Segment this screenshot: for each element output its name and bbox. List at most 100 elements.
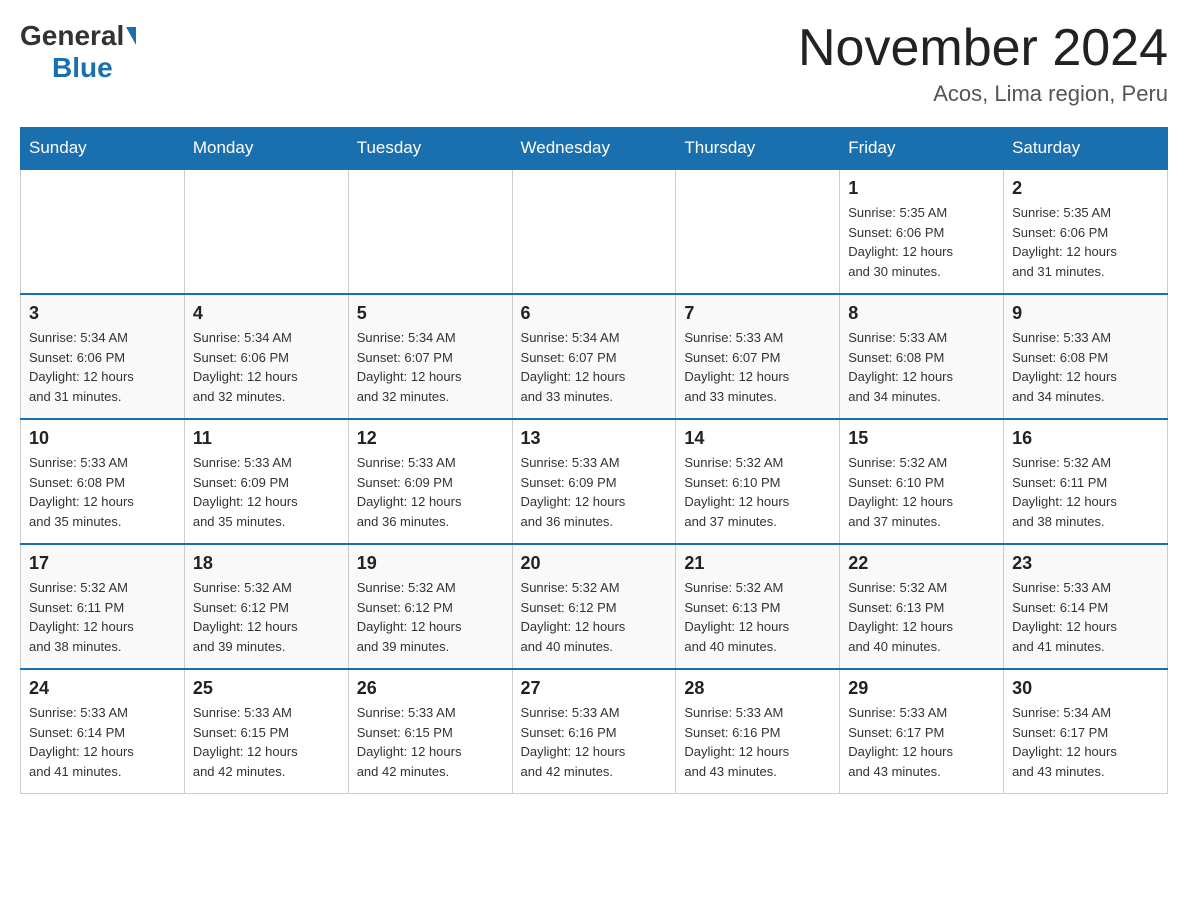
calendar-day-cell: [184, 169, 348, 294]
day-info: Sunrise: 5:34 AM Sunset: 6:07 PM Dayligh…: [357, 328, 504, 406]
day-info: Sunrise: 5:32 AM Sunset: 6:12 PM Dayligh…: [521, 578, 668, 656]
calendar-week-row: 24Sunrise: 5:33 AM Sunset: 6:14 PM Dayli…: [21, 669, 1168, 794]
day-number: 1: [848, 178, 995, 199]
day-info: Sunrise: 5:33 AM Sunset: 6:16 PM Dayligh…: [684, 703, 831, 781]
day-number: 17: [29, 553, 176, 574]
day-info: Sunrise: 5:33 AM Sunset: 6:08 PM Dayligh…: [29, 453, 176, 531]
day-info: Sunrise: 5:35 AM Sunset: 6:06 PM Dayligh…: [848, 203, 995, 281]
day-info: Sunrise: 5:32 AM Sunset: 6:11 PM Dayligh…: [29, 578, 176, 656]
day-info: Sunrise: 5:33 AM Sunset: 6:14 PM Dayligh…: [1012, 578, 1159, 656]
day-number: 11: [193, 428, 340, 449]
day-of-week-header: Friday: [840, 128, 1004, 170]
calendar-day-cell: 2 Sunrise: 5:35 AM Sunset: 6:06 PM Daylig…: [1004, 169, 1168, 294]
calendar-day-cell: 19 Sunrise: 5:32 AM Sunset: 6:12 PM Dayli…: [348, 544, 512, 669]
day-number: 12: [357, 428, 504, 449]
calendar-header-row: SundayMondayTuesdayWednesdayThursdayFrid…: [21, 128, 1168, 170]
day-number: 27: [521, 678, 668, 699]
calendar-day-cell: 16 Sunrise: 5:32 AM Sunset: 6:11 PM Dayli…: [1004, 419, 1168, 544]
day-number: 14: [684, 428, 831, 449]
calendar-day-cell: 7 Sunrise: 5:33 AM Sunset: 6:07 PM Daylig…: [676, 294, 840, 419]
day-number: 8: [848, 303, 995, 324]
title-area: November 2024 Acos, Lima region, Peru: [798, 20, 1168, 107]
day-info: Sunrise: 5:33 AM Sunset: 6:09 PM Dayligh…: [357, 453, 504, 531]
day-number: 19: [357, 553, 504, 574]
calendar-week-row: 10 Sunrise: 5:33 AM Sunset: 6:08 PM Dayli…: [21, 419, 1168, 544]
calendar-day-cell: 9 Sunrise: 5:33 AM Sunset: 6:08 PM Daylig…: [1004, 294, 1168, 419]
day-number: 13: [521, 428, 668, 449]
calendar-day-cell: [512, 169, 676, 294]
calendar-day-cell: 5 Sunrise: 5:34 AM Sunset: 6:07 PM Daylig…: [348, 294, 512, 419]
day-info: Sunrise: 5:32 AM Sunset: 6:11 PM Dayligh…: [1012, 453, 1159, 531]
day-number: 21: [684, 553, 831, 574]
day-of-week-header: Thursday: [676, 128, 840, 170]
calendar-day-cell: 27Sunrise: 5:33 AM Sunset: 6:16 PM Dayli…: [512, 669, 676, 794]
day-number: 24: [29, 678, 176, 699]
day-number: 25: [193, 678, 340, 699]
day-info: Sunrise: 5:34 AM Sunset: 6:17 PM Dayligh…: [1012, 703, 1159, 781]
calendar-day-cell: 1 Sunrise: 5:35 AM Sunset: 6:06 PM Daylig…: [840, 169, 1004, 294]
day-of-week-header: Monday: [184, 128, 348, 170]
day-info: Sunrise: 5:33 AM Sunset: 6:15 PM Dayligh…: [357, 703, 504, 781]
day-number: 26: [357, 678, 504, 699]
day-number: 15: [848, 428, 995, 449]
day-info: Sunrise: 5:33 AM Sunset: 6:07 PM Dayligh…: [684, 328, 831, 406]
calendar-day-cell: 15 Sunrise: 5:32 AM Sunset: 6:10 PM Dayli…: [840, 419, 1004, 544]
day-info: Sunrise: 5:33 AM Sunset: 6:09 PM Dayligh…: [193, 453, 340, 531]
day-number: 9: [1012, 303, 1159, 324]
day-of-week-header: Sunday: [21, 128, 185, 170]
calendar-week-row: 1 Sunrise: 5:35 AM Sunset: 6:06 PM Daylig…: [21, 169, 1168, 294]
day-number: 18: [193, 553, 340, 574]
calendar-week-row: 17 Sunrise: 5:32 AM Sunset: 6:11 PM Dayli…: [21, 544, 1168, 669]
logo-blue: Blue: [52, 52, 113, 84]
day-of-week-header: Wednesday: [512, 128, 676, 170]
calendar-day-cell: 20 Sunrise: 5:32 AM Sunset: 6:12 PM Dayli…: [512, 544, 676, 669]
calendar-day-cell: 6 Sunrise: 5:34 AM Sunset: 6:07 PM Daylig…: [512, 294, 676, 419]
day-number: 2: [1012, 178, 1159, 199]
day-number: 6: [521, 303, 668, 324]
day-number: 16: [1012, 428, 1159, 449]
day-of-week-header: Tuesday: [348, 128, 512, 170]
day-info: Sunrise: 5:33 AM Sunset: 6:15 PM Dayligh…: [193, 703, 340, 781]
calendar-table: SundayMondayTuesdayWednesdayThursdayFrid…: [20, 127, 1168, 794]
calendar-week-row: 3 Sunrise: 5:34 AM Sunset: 6:06 PM Daylig…: [21, 294, 1168, 419]
day-info: Sunrise: 5:34 AM Sunset: 6:06 PM Dayligh…: [29, 328, 176, 406]
day-number: 7: [684, 303, 831, 324]
calendar-day-cell: 3 Sunrise: 5:34 AM Sunset: 6:06 PM Daylig…: [21, 294, 185, 419]
calendar-day-cell: 24Sunrise: 5:33 AM Sunset: 6:14 PM Dayli…: [21, 669, 185, 794]
day-info: Sunrise: 5:33 AM Sunset: 6:08 PM Dayligh…: [1012, 328, 1159, 406]
calendar-day-cell: 11 Sunrise: 5:33 AM Sunset: 6:09 PM Dayli…: [184, 419, 348, 544]
logo: General Blue: [20, 20, 136, 84]
day-info: Sunrise: 5:33 AM Sunset: 6:09 PM Dayligh…: [521, 453, 668, 531]
day-info: Sunrise: 5:34 AM Sunset: 6:06 PM Dayligh…: [193, 328, 340, 406]
day-info: Sunrise: 5:34 AM Sunset: 6:07 PM Dayligh…: [521, 328, 668, 406]
day-number: 5: [357, 303, 504, 324]
calendar-day-cell: 17 Sunrise: 5:32 AM Sunset: 6:11 PM Dayli…: [21, 544, 185, 669]
month-title: November 2024: [798, 20, 1168, 77]
calendar-day-cell: [348, 169, 512, 294]
calendar-day-cell: 8Sunrise: 5:33 AM Sunset: 6:08 PM Daylig…: [840, 294, 1004, 419]
calendar-day-cell: 26 Sunrise: 5:33 AM Sunset: 6:15 PM Dayli…: [348, 669, 512, 794]
calendar-day-cell: 28Sunrise: 5:33 AM Sunset: 6:16 PM Dayli…: [676, 669, 840, 794]
calendar-day-cell: 18Sunrise: 5:32 AM Sunset: 6:12 PM Dayli…: [184, 544, 348, 669]
calendar-day-cell: 14Sunrise: 5:32 AM Sunset: 6:10 PM Dayli…: [676, 419, 840, 544]
day-number: 10: [29, 428, 176, 449]
day-number: 23: [1012, 553, 1159, 574]
day-number: 29: [848, 678, 995, 699]
day-of-week-header: Saturday: [1004, 128, 1168, 170]
calendar-day-cell: 29Sunrise: 5:33 AM Sunset: 6:17 PM Dayli…: [840, 669, 1004, 794]
calendar-day-cell: 12 Sunrise: 5:33 AM Sunset: 6:09 PM Dayli…: [348, 419, 512, 544]
day-info: Sunrise: 5:32 AM Sunset: 6:13 PM Dayligh…: [848, 578, 995, 656]
day-info: Sunrise: 5:32 AM Sunset: 6:13 PM Dayligh…: [684, 578, 831, 656]
calendar-day-cell: 23 Sunrise: 5:33 AM Sunset: 6:14 PM Dayli…: [1004, 544, 1168, 669]
calendar-day-cell: 30Sunrise: 5:34 AM Sunset: 6:17 PM Dayli…: [1004, 669, 1168, 794]
day-number: 20: [521, 553, 668, 574]
day-number: 3: [29, 303, 176, 324]
calendar-day-cell: 21 Sunrise: 5:32 AM Sunset: 6:13 PM Dayli…: [676, 544, 840, 669]
day-info: Sunrise: 5:32 AM Sunset: 6:10 PM Dayligh…: [848, 453, 995, 531]
day-info: Sunrise: 5:35 AM Sunset: 6:06 PM Dayligh…: [1012, 203, 1159, 281]
calendar-day-cell: [21, 169, 185, 294]
day-info: Sunrise: 5:32 AM Sunset: 6:12 PM Dayligh…: [357, 578, 504, 656]
page-header: General Blue November 2024 Acos, Lima re…: [20, 20, 1168, 107]
day-number: 4: [193, 303, 340, 324]
calendar-day-cell: 22Sunrise: 5:32 AM Sunset: 6:13 PM Dayli…: [840, 544, 1004, 669]
